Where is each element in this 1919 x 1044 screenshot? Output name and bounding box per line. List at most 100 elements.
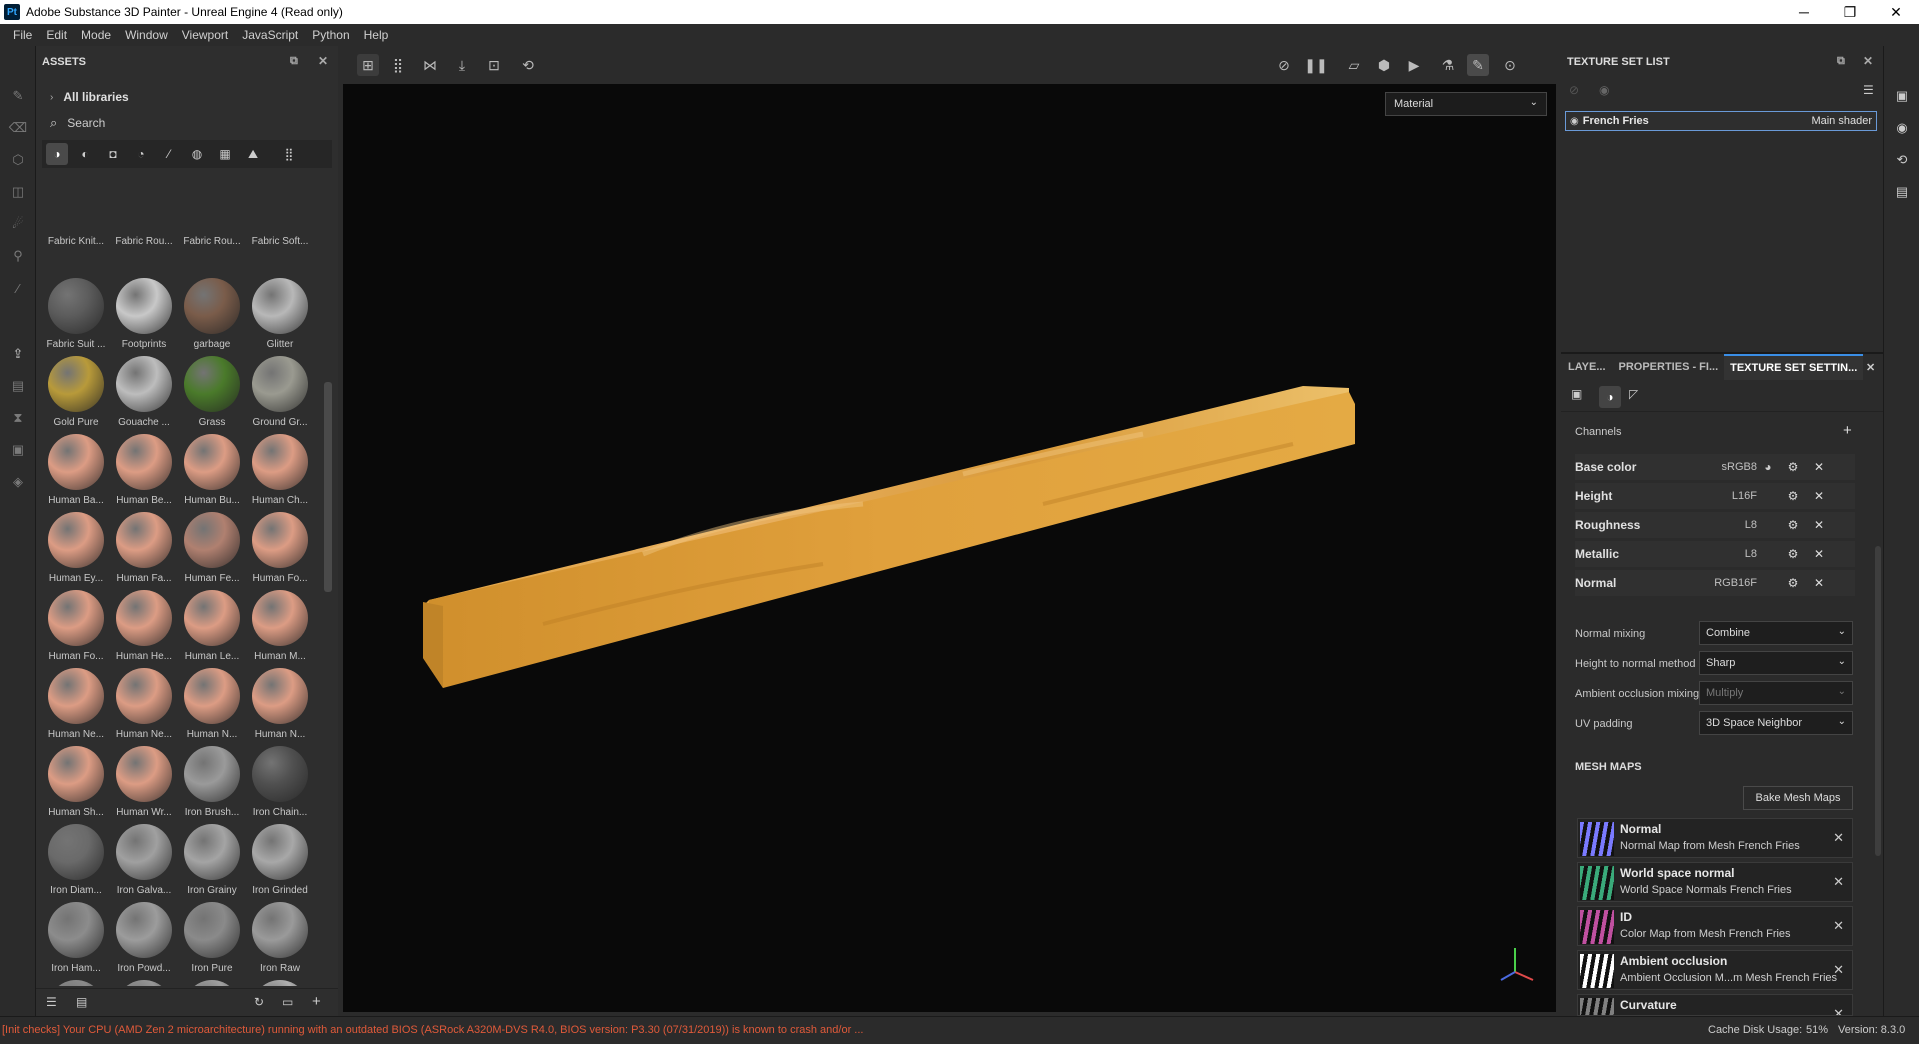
asset-item[interactable]: Human Ba... [42, 432, 110, 510]
paint-brush-icon[interactable]: ✎ [8, 86, 28, 106]
asset-item[interactable]: Fabric Suit ... [42, 276, 110, 354]
asset-item[interactable]: Grass [178, 354, 246, 432]
clone-stamp-icon[interactable]: ⚲ [8, 246, 28, 266]
remove-channel-icon[interactable]: ✕ [1807, 547, 1831, 561]
gear-icon[interactable]: ⚙ [1779, 460, 1807, 474]
add-channel-icon[interactable]: + [1843, 422, 1852, 439]
asset-item[interactable]: Human Ey... [42, 510, 110, 588]
tab-texture-set-settings[interactable]: TEXTURE SET SETTIN... [1724, 354, 1864, 380]
gear-icon[interactable]: ⚙ [1779, 576, 1807, 590]
asset-item[interactable]: Human M... [246, 588, 312, 666]
color-picker-icon[interactable]: ⁄ [8, 278, 28, 298]
screenshot-icon[interactable]: ⊙ [1499, 54, 1521, 76]
asset-item[interactable]: Fabric Soft... [246, 236, 312, 247]
generators-filter-icon[interactable]: ◔ [130, 147, 152, 161]
channel-format[interactable]: RGB16F [1705, 577, 1757, 589]
normal-mixing-select[interactable]: Combine ⌄ [1699, 621, 1853, 645]
menu-python[interactable]: Python [305, 28, 356, 42]
paint-mode-icon[interactable]: ✎ [1467, 54, 1489, 76]
asset-item[interactable]: Iron Raw ... [42, 978, 110, 986]
remove-channel-icon[interactable]: ✕ [1807, 460, 1831, 474]
menu-javascript[interactable]: JavaScript [235, 28, 305, 42]
export-icon[interactable]: ⇪ [8, 344, 28, 364]
texture-set-item[interactable]: ◉ French Fries Main shader [1565, 111, 1877, 131]
search-bar[interactable]: ⌕ Search [42, 112, 332, 134]
list-view-icon[interactable]: ☰ [46, 995, 57, 1009]
channel-row[interactable]: Base color sRGB8 ◕ ⚙ ✕ [1575, 454, 1855, 480]
asset-item[interactable]: Human Fo... [246, 510, 312, 588]
close-texture-set-icon[interactable]: ✕ [1863, 54, 1873, 68]
remove-mesh-map-icon[interactable]: ✕ [1833, 962, 1844, 978]
frame-icon[interactable]: ⊡ [483, 54, 505, 76]
asset-item[interactable]: Ground Gr... [246, 354, 312, 432]
maximize-button[interactable]: ❐ [1827, 0, 1873, 24]
details-view-icon[interactable]: ▤ [76, 995, 87, 1009]
asset-item[interactable]: Iron Chain... [246, 744, 312, 822]
asset-item[interactable]: Gouache ... [110, 354, 178, 432]
asset-item[interactable]: Human He... [110, 588, 178, 666]
asset-item[interactable]: Human Fa... [110, 510, 178, 588]
tab-layers[interactable]: LAYE... [1561, 361, 1613, 373]
gear-icon[interactable]: ⚙ [1779, 518, 1807, 532]
asset-item[interactable]: Human N... [178, 666, 246, 744]
asset-item[interactable]: Iron Rough [110, 978, 178, 986]
asset-item[interactable]: Fabric Rou... [178, 236, 246, 247]
gear-icon[interactable]: ⚙ [1779, 489, 1807, 503]
search-input[interactable]: Search [67, 116, 105, 130]
menu-file[interactable]: File [6, 28, 39, 42]
channel-format[interactable]: sRGB8 [1705, 461, 1757, 473]
asset-item[interactable]: Human Sh... [42, 744, 110, 822]
history-icon[interactable]: ⧗ [8, 408, 28, 428]
smudge-icon[interactable]: ☄ [8, 214, 28, 234]
textures-filter-icon[interactable]: ▦ [214, 147, 236, 161]
tab-properties[interactable]: PROPERTIES - FI... [1613, 361, 1725, 373]
add-asset-icon[interactable]: + [312, 993, 321, 1010]
remove-channel-icon[interactable]: ✕ [1807, 576, 1831, 590]
asset-item[interactable]: Human Ne... [110, 666, 178, 744]
remove-mesh-map-icon[interactable]: ✕ [1833, 830, 1844, 846]
channel-row[interactable]: Height L16F ⚙ ✕ [1575, 483, 1855, 509]
menu-viewport[interactable]: Viewport [175, 28, 235, 42]
visibility-icon[interactable]: ◉ [1599, 83, 1609, 97]
channel-row[interactable]: Normal RGB16F ⚙ ✕ [1575, 570, 1855, 596]
reset-camera-icon[interactable]: ⟲ [517, 54, 539, 76]
asset-item[interactable]: Iron Galva... [110, 822, 178, 900]
3d-view-icon[interactable]: ⬢ [1373, 54, 1395, 76]
asset-item[interactable]: Glitter [246, 276, 312, 354]
mesh-map-item[interactable]: World space normal World Space Normals Fr… [1577, 862, 1853, 902]
asset-item[interactable]: Iron Brush... [178, 744, 246, 822]
asset-item[interactable]: Fabric Rou... [110, 236, 178, 247]
remove-mesh-map-icon[interactable]: ✕ [1833, 918, 1844, 934]
display-settings-icon[interactable]: ◉ [1892, 118, 1912, 138]
asset-item[interactable]: Iron Grainy [178, 822, 246, 900]
log-icon[interactable]: ▤ [1892, 182, 1912, 202]
asset-item[interactable]: Human Ne... [42, 666, 110, 744]
close-assets-icon[interactable]: ✕ [318, 54, 328, 68]
camera-icon[interactable]: ▶ [1403, 54, 1425, 76]
asset-item[interactable]: Iron Raw [246, 900, 312, 978]
eye-icon[interactable]: ◉ [1570, 116, 1579, 127]
asset-item[interactable]: Human Wr... [110, 744, 178, 822]
snap-icon[interactable]: ⤓ [451, 54, 473, 76]
assets-scrollbar[interactable] [324, 382, 332, 592]
eraser-icon[interactable]: ⌫ [8, 118, 28, 138]
channel-format[interactable]: L8 [1705, 548, 1757, 560]
mesh-icon[interactable]: ◸ [1629, 387, 1638, 401]
uv-padding-select[interactable]: 3D Space Neighbor ⌄ [1699, 711, 1853, 735]
asset-item[interactable]: Human Be... [110, 432, 178, 510]
polygon-fill-icon[interactable]: ◫ [8, 182, 28, 202]
menu-mode[interactable]: Mode [74, 28, 118, 42]
pause-icon[interactable]: ❚❚ [1304, 54, 1327, 76]
asset-item[interactable]: Human Ch... [246, 432, 312, 510]
remove-mesh-map-icon[interactable]: ✕ [1833, 874, 1844, 890]
asset-item[interactable]: Iron Pure [178, 900, 246, 978]
3d-viewport[interactable]: Material ⌄ [343, 84, 1556, 1012]
mesh-map-item[interactable]: Ambient occlusion Ambient Occlusion M...m… [1577, 950, 1853, 990]
bake-viewport-icon[interactable]: ⚗ [1437, 54, 1459, 76]
remove-channel-icon[interactable]: ✕ [1807, 518, 1831, 532]
grid-view-icon[interactable]: ⣿ [387, 54, 409, 76]
float-panel-icon[interactable]: ⧉ [290, 55, 298, 68]
all-assets-grid-icon[interactable]: ⣿ [278, 147, 300, 161]
asset-item[interactable]: Footprints [110, 276, 178, 354]
symmetry-icon[interactable]: ⋈ [419, 54, 441, 76]
